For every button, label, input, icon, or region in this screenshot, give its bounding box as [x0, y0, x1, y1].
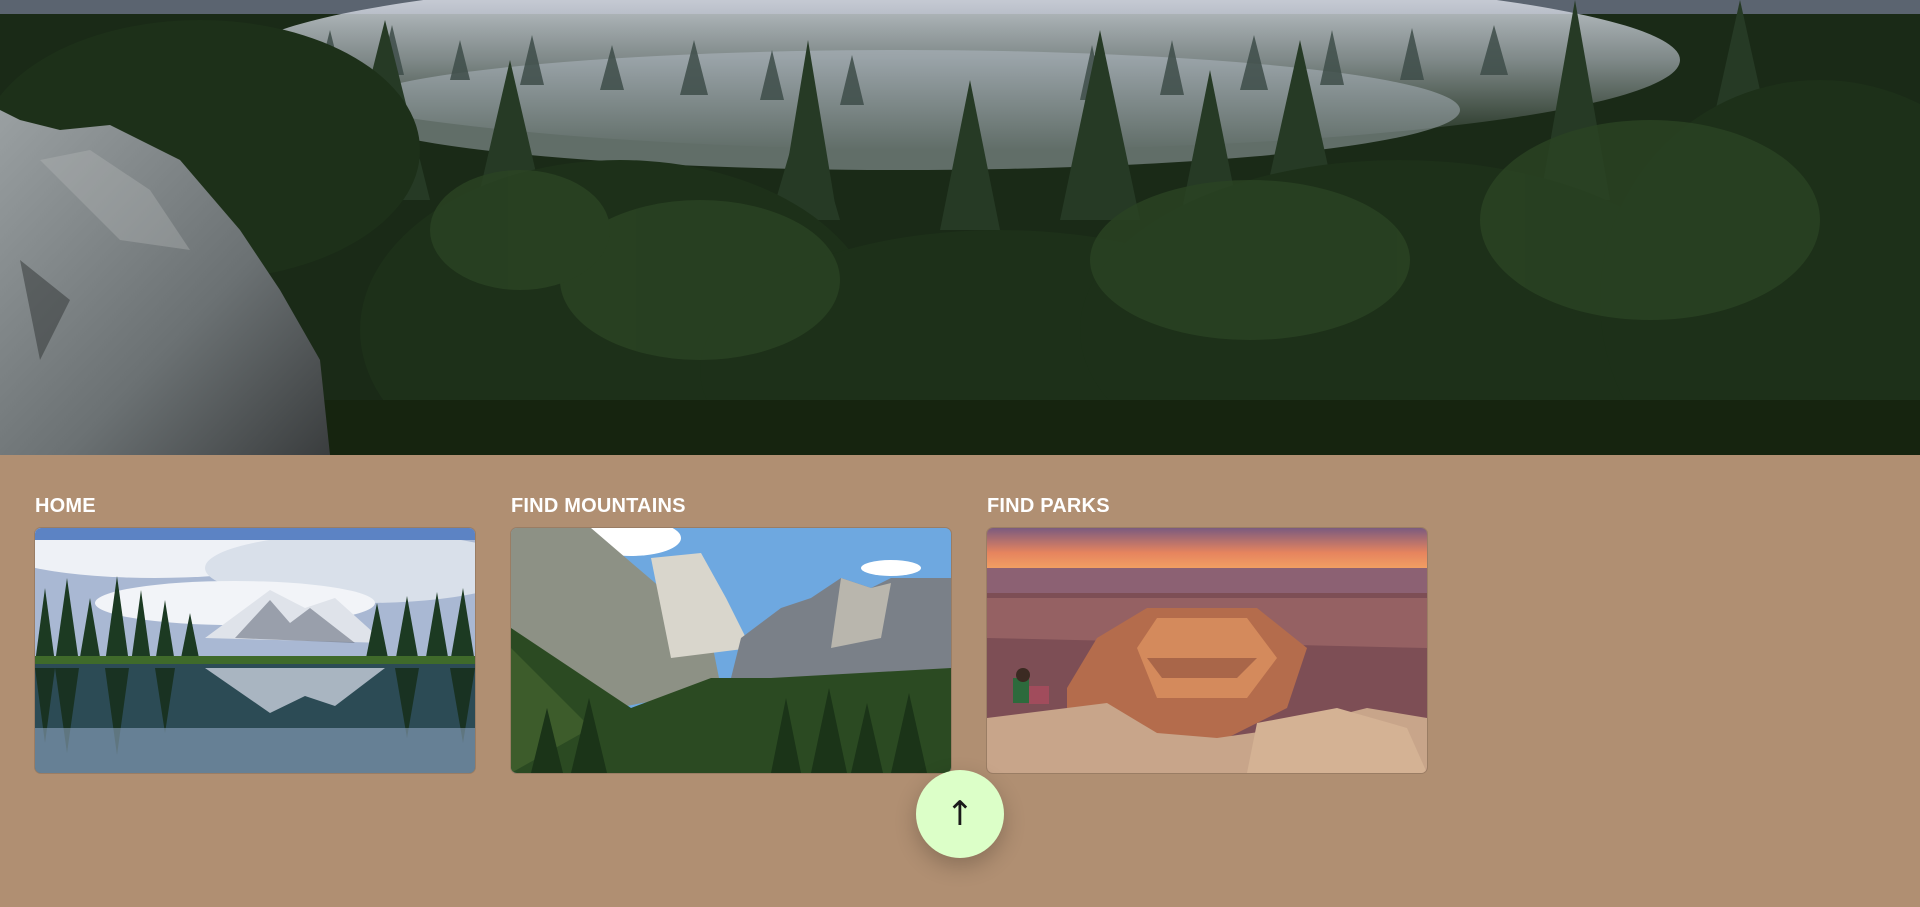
card-find-parks-title[interactable]: FIND PARKS — [987, 494, 1427, 518]
card-find-parks[interactable]: FIND PARKS — [987, 494, 1427, 773]
card-home-title[interactable]: HOME — [35, 494, 475, 518]
card-home-image[interactable] — [35, 528, 475, 773]
scroll-to-top-button[interactable]: ↑ — [916, 770, 1004, 858]
card-find-parks-image[interactable] — [987, 528, 1427, 773]
nav-cards: HOME FIND MOUNTAINS FIND PARKS — [35, 494, 1427, 773]
card-home[interactable]: HOME — [35, 494, 475, 773]
hero-image — [0, 0, 1920, 455]
arrow-up-icon: ↑ — [945, 794, 975, 834]
card-find-mountains-image[interactable] — [511, 528, 951, 773]
card-find-mountains-title[interactable]: FIND MOUNTAINS — [511, 494, 951, 518]
card-find-mountains[interactable]: FIND MOUNTAINS — [511, 494, 951, 773]
